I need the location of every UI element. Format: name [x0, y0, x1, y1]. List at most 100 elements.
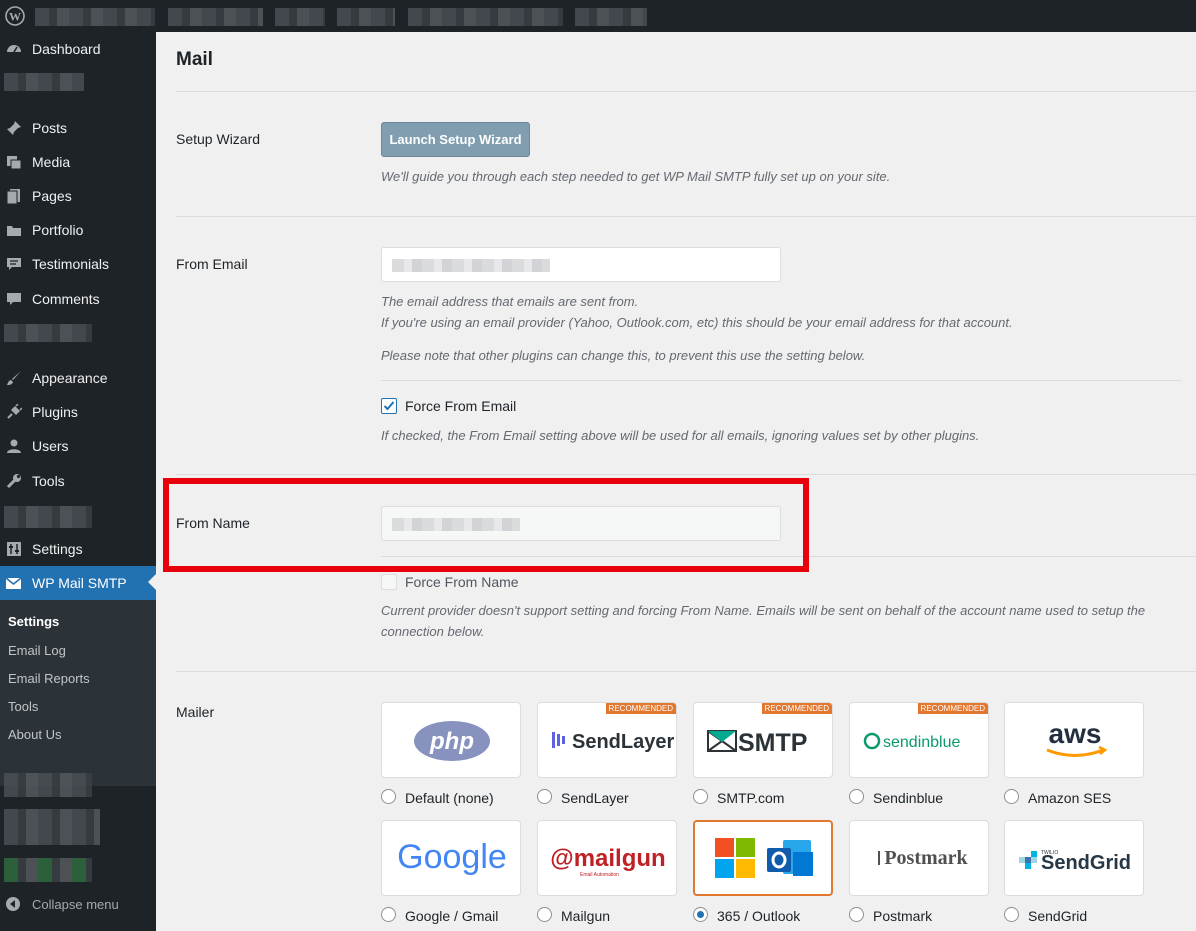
mailer-option-label[interactable]: Google / Gmail	[405, 908, 498, 924]
checkmark-icon	[383, 401, 395, 411]
sidebar-item-pages[interactable]: Pages	[0, 179, 156, 213]
sidebar-obscured-item[interactable]	[4, 809, 100, 845]
mailer-tile-smtp-com[interactable]: RECOMMENDED SMTP	[693, 702, 833, 778]
sendinblue-logo-icon: sendinblue	[863, 732, 961, 751]
mailer-radio-google[interactable]	[381, 907, 396, 922]
setup-wizard-label: Setup Wizard	[176, 131, 261, 147]
force-from-name-checkbox[interactable]	[381, 574, 397, 590]
admin-bar-obscured-item[interactable]	[275, 8, 325, 26]
sidebar-item-posts[interactable]: Posts	[0, 111, 156, 145]
pin-icon	[5, 119, 23, 137]
svg-text:aws: aws	[1049, 718, 1102, 749]
mailer-radio-sendgrid[interactable]	[1004, 907, 1019, 922]
mailer-radio-sendlayer[interactable]	[537, 789, 552, 804]
sidebar-item-label: Plugins	[32, 404, 78, 420]
submenu-item-settings[interactable]: Settings	[8, 614, 59, 629]
mailer-tile-postmark[interactable]: Postmark	[849, 820, 989, 896]
sendgrid-logo-icon: TWILIO SendGrid	[1019, 850, 1131, 874]
submenu-item-email-reports[interactable]: Email Reports	[8, 671, 90, 686]
sidebar-item-users[interactable]: Users	[0, 429, 156, 463]
sidebar-item-wp-mail-smtp[interactable]: WP Mail SMTP	[0, 566, 156, 600]
redacted-email-value	[392, 259, 550, 272]
from-name-description: connection below.	[381, 624, 485, 639]
sidebar-item-portfolio[interactable]: Portfolio	[0, 213, 156, 247]
from-name-highlight-box	[163, 478, 809, 572]
mailer-option-label[interactable]: Default (none)	[405, 790, 494, 806]
svg-text:W: W	[9, 10, 21, 24]
sidebar-obscured-item[interactable]	[4, 506, 92, 528]
from-email-note: Please note that other plugins can chang…	[381, 348, 866, 363]
media-icon	[5, 153, 23, 171]
sendlayer-logo-icon: SendLayer	[552, 731, 674, 753]
mailer-radio-outlook[interactable]	[693, 907, 708, 922]
from-email-field[interactable]	[381, 247, 781, 282]
mailer-radio-mailgun[interactable]	[537, 907, 552, 922]
sidebar-obscured-item[interactable]	[4, 324, 92, 342]
sidebar-item-testimonials[interactable]: Testimonials	[0, 247, 156, 281]
admin-bar-obscured-item[interactable]	[337, 8, 395, 26]
mailer-radio-default[interactable]	[381, 789, 396, 804]
google-logo-icon: Google	[397, 838, 507, 876]
wordpress-logo-icon[interactable]: W	[5, 6, 25, 26]
admin-bar-obscured-item[interactable]	[408, 8, 563, 26]
mailer-option-label[interactable]: Sendinblue	[873, 790, 943, 806]
admin-bar-obscured-item[interactable]	[575, 8, 647, 26]
mailer-tile-google[interactable]: Google	[381, 820, 521, 896]
admin-bar-obscured-item[interactable]	[35, 8, 155, 26]
sidebar-item-media[interactable]: Media	[0, 145, 156, 179]
settings-content: Mail Setup Wizard Launch Setup Wizard We…	[156, 32, 1196, 931]
submenu-item-tools[interactable]: Tools	[8, 699, 38, 714]
postmark-logo-icon: Postmark	[878, 847, 969, 869]
mailer-radio-postmark[interactable]	[849, 907, 864, 922]
sidebar-item-appearance[interactable]: Appearance	[0, 361, 156, 395]
mailer-option-label[interactable]: Mailgun	[561, 908, 610, 924]
sidebar-obscured-item[interactable]	[4, 773, 92, 797]
sidebar-item-tools[interactable]: Tools	[0, 464, 156, 498]
mailer-option-label[interactable]: 365 / Outlook	[717, 908, 800, 924]
collapse-menu-button[interactable]: Collapse menu	[0, 892, 156, 918]
mailer-tile-outlook[interactable]	[693, 820, 833, 896]
launch-setup-wizard-button[interactable]: Launch Setup Wizard	[381, 122, 530, 157]
mailer-radio-smtp-com[interactable]	[693, 789, 708, 804]
sidebar-obscured-item[interactable]	[4, 858, 92, 882]
sidebar-item-settings[interactable]: Settings	[0, 532, 156, 566]
collapse-arrow-icon	[6, 897, 20, 911]
admin-bar-obscured-item[interactable]	[168, 8, 263, 26]
user-icon	[5, 437, 23, 455]
admin-bar: W	[0, 0, 1196, 32]
submenu-item-email-log[interactable]: Email Log	[8, 643, 66, 658]
aws-logo-icon: aws	[1046, 718, 1108, 757]
mailer-tile-sendlayer[interactable]: RECOMMENDED SendLayer	[537, 702, 677, 778]
submenu-item-about-us[interactable]: About Us	[8, 727, 61, 742]
svg-text:sendinblue: sendinblue	[883, 734, 961, 751]
mailer-radio-sendinblue[interactable]	[849, 789, 864, 804]
mailer-option-label[interactable]: SendLayer	[561, 790, 629, 806]
mailer-option-label[interactable]: Postmark	[873, 908, 932, 924]
force-from-email-label[interactable]: Force From Email	[405, 398, 516, 414]
mailer-tile-amazon-ses[interactable]: aws	[1004, 702, 1144, 778]
sidebar-item-dashboard[interactable]: Dashboard	[0, 32, 156, 66]
svg-text:php: php	[429, 728, 474, 755]
mailer-tile-sendgrid[interactable]: TWILIO SendGrid	[1004, 820, 1144, 896]
sidebar-item-label: WP Mail SMTP	[32, 575, 127, 591]
sidebar-obscured-item[interactable]	[4, 73, 84, 91]
mailer-tile-sendinblue[interactable]: RECOMMENDED sendinblue	[849, 702, 989, 778]
dashboard-icon	[5, 40, 23, 58]
sidebar-item-label: Media	[32, 154, 71, 170]
force-from-email-checkbox[interactable]	[381, 398, 397, 414]
mailer-tile-default[interactable]: php	[381, 702, 521, 778]
sidebar-item-label: Posts	[32, 120, 68, 136]
mailer-radio-amazon-ses[interactable]	[1004, 789, 1019, 804]
svg-text:SendGrid: SendGrid	[1041, 852, 1131, 874]
mailer-tile-mailgun[interactable]: @mailgun Email Automation	[537, 820, 677, 896]
settings-icon	[5, 540, 23, 558]
sidebar-item-comments[interactable]: Comments	[0, 282, 156, 316]
section-divider	[176, 474, 1196, 475]
mailer-option-label[interactable]: Amazon SES	[1028, 790, 1111, 806]
mailer-option-label[interactable]: SMTP.com	[717, 790, 784, 806]
force-from-name-label[interactable]: Force From Name	[405, 574, 519, 590]
wrench-icon	[5, 472, 23, 490]
plug-icon	[5, 403, 23, 421]
sidebar-item-plugins[interactable]: Plugins	[0, 395, 156, 429]
mailer-option-label[interactable]: SendGrid	[1028, 908, 1087, 924]
